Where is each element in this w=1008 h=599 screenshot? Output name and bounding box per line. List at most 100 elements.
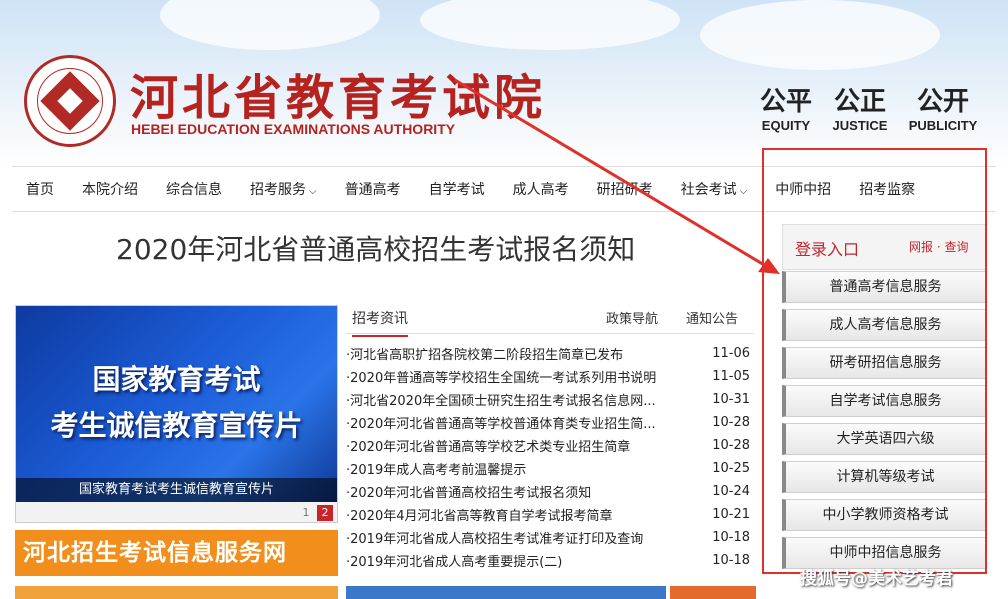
header-cloud [420, 0, 680, 50]
list-item[interactable]: ·2020年河北省普通高等学校普通体育类专业招生简... 10-28 [346, 411, 754, 434]
page-title[interactable]: 2020年河北省普通高校招生考试报名须知 [116, 228, 635, 268]
nav-item-postgrad[interactable]: 研招研考 [597, 179, 653, 199]
nav-label: 中师中招 [775, 182, 832, 198]
motto-cn: 公正 [833, 87, 886, 117]
bottom-banner-strip [346, 586, 666, 599]
news-title: ·2020年4月河北省高等教育自学考试报考简章 [346, 509, 613, 524]
video-headline: 国家教育考试 [92, 363, 261, 396]
news-date: 10-28 [712, 415, 750, 430]
login-entry-header: 登录入口 网报 · 查询 [782, 224, 986, 270]
nav-item-secondary[interactable]: 中师中招 [775, 179, 831, 199]
info-service-banner[interactable]: 河北招生考试信息服务网 [15, 530, 338, 576]
news-title: ·2019年河北省成人高校招生考试准考证打印及查询 [346, 532, 644, 547]
service-self-study-button[interactable]: 自学考试信息服务 [782, 385, 986, 417]
service-gaokao-button[interactable]: 普通高考信息服务 [782, 271, 986, 303]
list-item[interactable]: ·河北省高职扩招各院校第二阶段招生简章已发布 11-06 [346, 342, 754, 365]
bottom-banner-strip [670, 586, 756, 599]
news-title: ·2019年成人高考考前温馨提示 [346, 463, 527, 478]
nav-label: 普通高考 [344, 182, 401, 198]
news-date: 11-06 [712, 346, 750, 361]
chevron-down-icon: ⌵ [739, 186, 748, 197]
list-item[interactable]: ·2020年河北省普通高校招生考试报名须知 10-24 [346, 480, 754, 503]
motto-cn: 公开 [916, 87, 969, 117]
nav-label: 研招研考 [596, 182, 653, 198]
news-title: ·2020年普通高等学校招生全国统一考试系列用书说明 [346, 371, 657, 386]
news-title: ·2020年河北省普通高等学校艺术类专业招生简章 [346, 440, 631, 455]
register-query-link[interactable]: 网报 · 查询 [909, 238, 968, 255]
nav-label: 成人高考 [512, 182, 569, 198]
header-cloud [700, 0, 940, 70]
nav-label: 社会考试 [680, 182, 737, 198]
nav-label: 综合信息 [166, 182, 222, 198]
list-item[interactable]: ·2019年成人高考考前温馨提示 10-25 [346, 457, 754, 480]
header-cloud [160, 0, 380, 50]
site-header: 河北省教育考试院 HEBEI EDUCATION EXAMINATIONS AU… [0, 0, 1008, 165]
list-item[interactable]: ·2020年河北省普通高等学校艺术类专业招生简章 10-28 [346, 434, 754, 457]
video-carousel[interactable]: 国家教育考试 考生诚信教育宣传片 国家教育考试考生诚信教育宣传片 1 2 [15, 305, 338, 523]
list-item[interactable]: ·2020年普通高等学校招生全国统一考试系列用书说明 11-05 [346, 365, 754, 388]
nav-item-self-study[interactable]: 自学考试 [429, 179, 485, 199]
nav-item-supervision[interactable]: 招考监察 [859, 179, 915, 199]
news-panel: 招考资讯 政策导航 通知公告 ·河北省高职扩招各院校第二阶段招生简章已发布 11-… [346, 302, 754, 570]
news-title: ·2020年河北省普通高校招生考试报名须知 [346, 486, 592, 501]
bottom-banner-strip [15, 586, 338, 599]
nav-label: 本院介绍 [82, 182, 138, 198]
service-teacher-cert-button[interactable]: 中小学教师资格考试 [782, 499, 986, 531]
service-computer-exam-button[interactable]: 计算机等级考试 [782, 461, 986, 493]
nav-item-home[interactable]: 首页 [26, 179, 54, 199]
news-title: ·2020年河北省普通高等学校普通体育类专业招生简... [346, 417, 656, 432]
main-nav: 首页 本院介绍 综合信息 招考服务 ⌵ 普通高考 自学考试 成人高考 研招研考 社… [12, 166, 996, 212]
news-title: ·河北省高职扩招各院校第二阶段招生简章已发布 [346, 348, 624, 363]
list-item[interactable]: ·2020年4月河北省高等教育自学考试报考简章 10-21 [346, 503, 754, 526]
motto-en: PUBLICITY [908, 118, 978, 133]
motto-equity: 公平 EQUITY [746, 86, 826, 133]
motto-cn: 公平 [759, 87, 812, 117]
nav-label: 招考服务 [250, 182, 306, 198]
list-item[interactable]: ·河北省2020年全国硕士研究生招生考试报名信息网... 10-31 [346, 388, 754, 411]
authority-seal-logo[interactable] [24, 55, 116, 147]
news-date: 10-24 [712, 484, 750, 499]
news-list: ·河北省高职扩招各院校第二阶段招生简章已发布 11-06 ·2020年普通高等学校… [346, 342, 754, 572]
nav-label: 自学考试 [428, 182, 485, 198]
nav-label: 招考监察 [859, 182, 916, 198]
video-caption[interactable]: 国家教育考试考生诚信教育宣传片 [16, 478, 337, 502]
list-item[interactable]: ·2019年河北省成人高校招生考试准考证打印及查询 10-18 [346, 526, 754, 549]
carousel-page-2[interactable]: 2 [317, 505, 333, 521]
news-tabs: 招考资讯 政策导航 通知公告 [346, 302, 754, 337]
news-title: ·2019年河北省成人高考重要提示(二) [346, 555, 563, 570]
news-date: 11-05 [712, 369, 750, 384]
service-adult-exam-button[interactable]: 成人高考信息服务 [782, 309, 986, 341]
service-postgrad-button[interactable]: 研考研招信息服务 [782, 347, 986, 379]
nav-item-adult-exam[interactable]: 成人高考 [513, 179, 569, 199]
login-entry-title: 登录入口 [795, 240, 860, 259]
list-item[interactable]: ·2019年河北省成人高考重要提示(二) 10-18 [346, 549, 754, 572]
chevron-down-icon: ⌵ [309, 186, 317, 197]
nav-item-about[interactable]: 本院介绍 [82, 179, 138, 199]
watermark-text: 搜狐号@美术艺考君 [800, 569, 953, 589]
news-date: 10-18 [712, 553, 750, 568]
carousel-pager: 1 2 [16, 502, 337, 522]
service-cet-button[interactable]: 大学英语四六级 [782, 423, 986, 455]
news-date: 10-18 [712, 530, 750, 545]
nav-item-general-info[interactable]: 综合信息 [166, 179, 222, 199]
motto-en: JUSTICE [832, 118, 888, 133]
news-date: 10-21 [712, 507, 750, 522]
tab-notices[interactable]: 通知公告 [686, 308, 738, 327]
motto-justice: 公正 JUSTICE [820, 86, 900, 133]
news-date: 10-31 [712, 392, 750, 407]
motto-publicity: 公开 PUBLICITY [903, 86, 983, 133]
site-title[interactable]: 河北省教育考试院 [130, 58, 546, 128]
tab-policy-guide[interactable]: 政策导航 [606, 308, 658, 327]
tab-exam-news[interactable]: 招考资讯 [352, 308, 408, 337]
site-subtitle: HEBEI EDUCATION EXAMINATIONS AUTHORITY [131, 121, 456, 137]
carousel-page-1[interactable]: 1 [298, 505, 314, 521]
nav-item-exam-services[interactable]: 招考服务 ⌵ [250, 179, 317, 199]
news-title: ·河北省2020年全国硕士研究生招生考试报名信息网... [346, 394, 656, 409]
motto-en: EQUITY [761, 118, 811, 133]
video-headline-2: 考生诚信教育宣传片 [50, 409, 303, 442]
nav-item-social-exam[interactable]: 社会考试 ⌵ [681, 179, 748, 199]
news-date: 10-28 [712, 438, 750, 453]
nav-label: 首页 [26, 182, 54, 198]
nav-item-gaokao[interactable]: 普通高考 [345, 179, 401, 199]
news-date: 10-25 [712, 461, 750, 476]
